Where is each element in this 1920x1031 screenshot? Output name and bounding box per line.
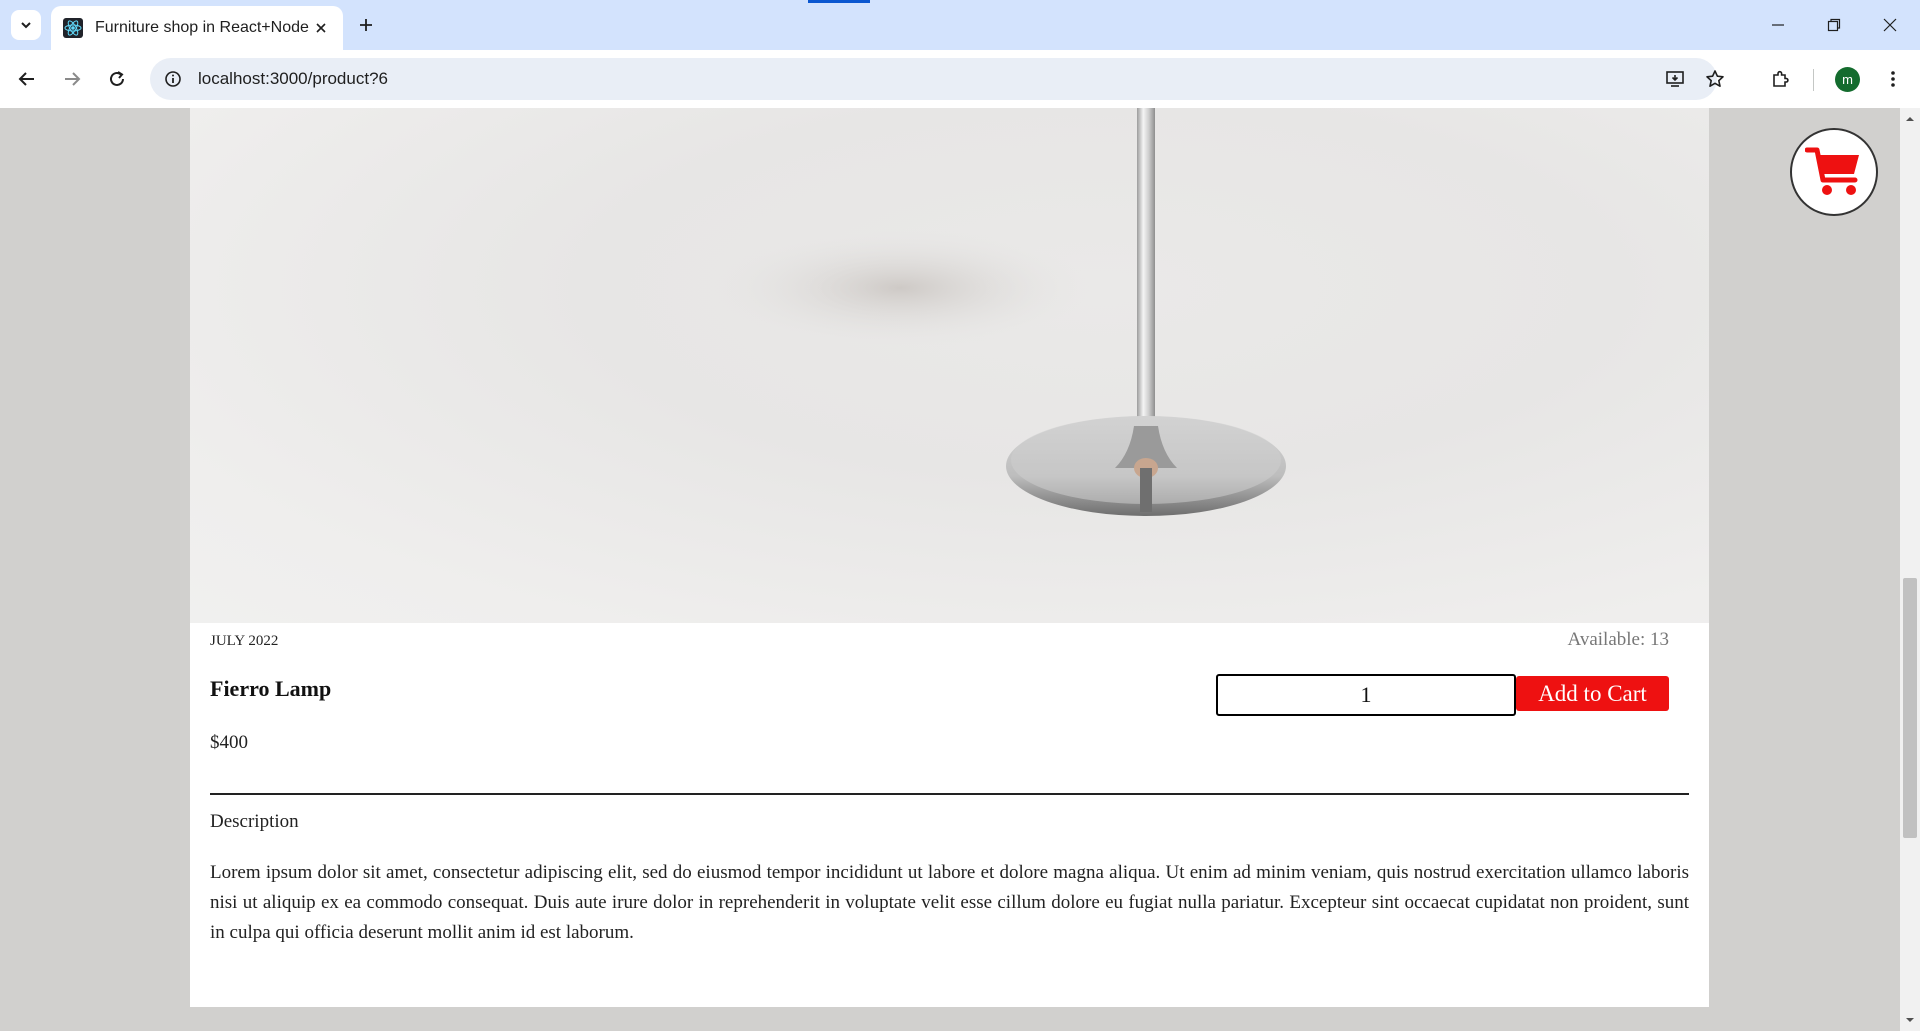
page-scrollbar[interactable] — [1900, 108, 1920, 1031]
star-icon[interactable] — [1698, 62, 1732, 96]
puzzle-icon[interactable] — [1765, 63, 1797, 95]
arrow-left-icon — [18, 72, 34, 86]
url-text[interactable]: localhost:3000/product?6 — [198, 69, 388, 89]
tab-title: Furniture shop in React+Node — [95, 19, 309, 36]
close-window-button[interactable] — [1862, 0, 1918, 50]
kebab-menu-icon[interactable] — [1877, 63, 1909, 95]
restore-icon — [1827, 18, 1841, 32]
reload-button[interactable] — [101, 63, 133, 95]
arrow-right-icon — [65, 72, 81, 86]
scrollbar-thumb[interactable] — [1903, 578, 1917, 838]
back-button[interactable] — [11, 63, 43, 95]
shopping-cart-icon — [1805, 147, 1859, 195]
address-bar[interactable]: localhost:3000/product?6 — [150, 58, 1724, 100]
plus-icon — [360, 19, 372, 31]
react-icon — [63, 18, 83, 38]
description-heading: Description — [210, 811, 299, 832]
close-icon[interactable] — [311, 18, 331, 38]
browser-tab-active[interactable]: Furniture shop in React+Node — [51, 6, 343, 50]
chevron-down-icon — [21, 22, 31, 29]
product-image — [190, 108, 1709, 623]
add-to-cart-button[interactable]: Add to Cart — [1516, 676, 1669, 711]
toolbar-separator — [1813, 69, 1814, 91]
info-icon[interactable] — [156, 62, 190, 96]
section-divider — [210, 793, 1689, 795]
reload-icon — [110, 71, 124, 86]
minimize-button[interactable] — [1750, 0, 1806, 50]
product-card: JULY 2022 Available: 13 Fierro Lamp $400… — [190, 108, 1709, 1007]
minimize-icon — [1772, 24, 1784, 26]
availability-count: Available: 13 — [1567, 629, 1669, 650]
loading-indicator — [808, 0, 870, 3]
description-text: Lorem ipsum dolor sit amet, consectetur … — [210, 862, 1689, 943]
lamp-shadow — [710, 228, 1090, 348]
product-price: $400 — [210, 732, 248, 753]
avatar[interactable]: m — [1835, 67, 1860, 92]
restore-button[interactable] — [1806, 0, 1862, 50]
scroll-up-icon[interactable] — [1905, 114, 1915, 124]
product-name: Fierro Lamp — [210, 676, 332, 701]
browser-tabbar: Furniture shop in React+Node — [0, 0, 1920, 50]
new-tab-button[interactable] — [353, 12, 379, 38]
quantity-input[interactable] — [1216, 674, 1516, 716]
lamp-pole — [1137, 108, 1155, 433]
browser-toolbar: localhost:3000/product?6 m — [0, 50, 1920, 108]
close-window-icon — [1883, 18, 1897, 32]
install-app-icon[interactable] — [1658, 62, 1692, 96]
scroll-down-icon[interactable] — [1905, 1015, 1915, 1025]
page-viewport: JULY 2022 Available: 13 Fierro Lamp $400… — [0, 108, 1900, 1031]
cart-button[interactable] — [1790, 128, 1878, 216]
release-date: JULY 2022 — [210, 633, 279, 649]
forward-button[interactable] — [56, 63, 88, 95]
tab-search-button[interactable] — [11, 10, 41, 40]
